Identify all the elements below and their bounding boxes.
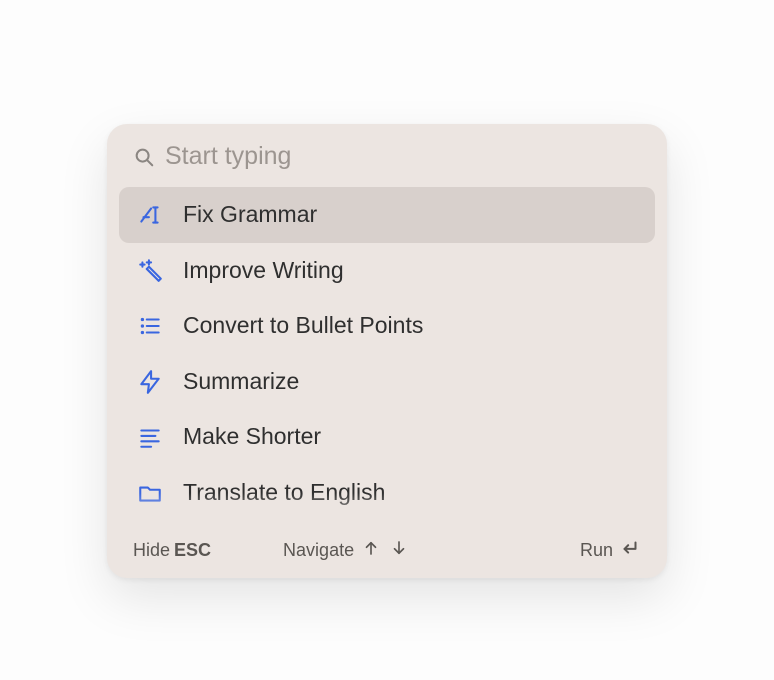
arrow-down-icon (390, 539, 408, 562)
hide-hint: Hide ESC (133, 540, 211, 561)
run-hint: Run (580, 537, 641, 564)
sparkle-wand-icon (137, 257, 163, 283)
escape-key-label: ESC (174, 540, 211, 561)
command-item-label: Make Shorter (183, 423, 321, 451)
command-palette: Fix Grammar Improve Writing Convert to B… (107, 124, 667, 578)
command-item-label: Fix Grammar (183, 201, 317, 229)
command-item[interactable]: Improve Writing (119, 243, 655, 299)
lightning-icon (137, 369, 163, 395)
enter-key-icon (613, 537, 641, 564)
command-item-label: Translate to English (183, 479, 385, 507)
text-lines-icon (137, 424, 163, 450)
command-item-label: Improve Writing (183, 257, 344, 285)
arrow-up-icon (362, 539, 380, 562)
palette-footer: Hide ESC Navigate Run (107, 529, 667, 578)
bullet-list-icon (137, 313, 163, 339)
folder-icon (137, 480, 163, 506)
search-input[interactable] (165, 142, 641, 171)
command-item-label: Summarize (183, 368, 299, 396)
command-item-label: Convert to Bullet Points (183, 312, 423, 340)
command-list: Fix Grammar Improve Writing Convert to B… (107, 181, 667, 529)
navigate-hint: Navigate (283, 539, 408, 562)
text-cursor-icon (137, 202, 163, 228)
command-item[interactable]: Fix Grammar (119, 187, 655, 243)
command-item[interactable]: Translate to English (119, 465, 655, 521)
command-item[interactable]: Convert to Bullet Points (119, 298, 655, 354)
navigate-label: Navigate (283, 540, 354, 561)
hide-label: Hide (133, 540, 170, 561)
command-item[interactable]: Make Shorter (119, 409, 655, 465)
command-item[interactable]: Summarize (119, 354, 655, 410)
search-row (107, 124, 667, 181)
search-icon (133, 146, 155, 168)
run-label: Run (580, 540, 613, 561)
